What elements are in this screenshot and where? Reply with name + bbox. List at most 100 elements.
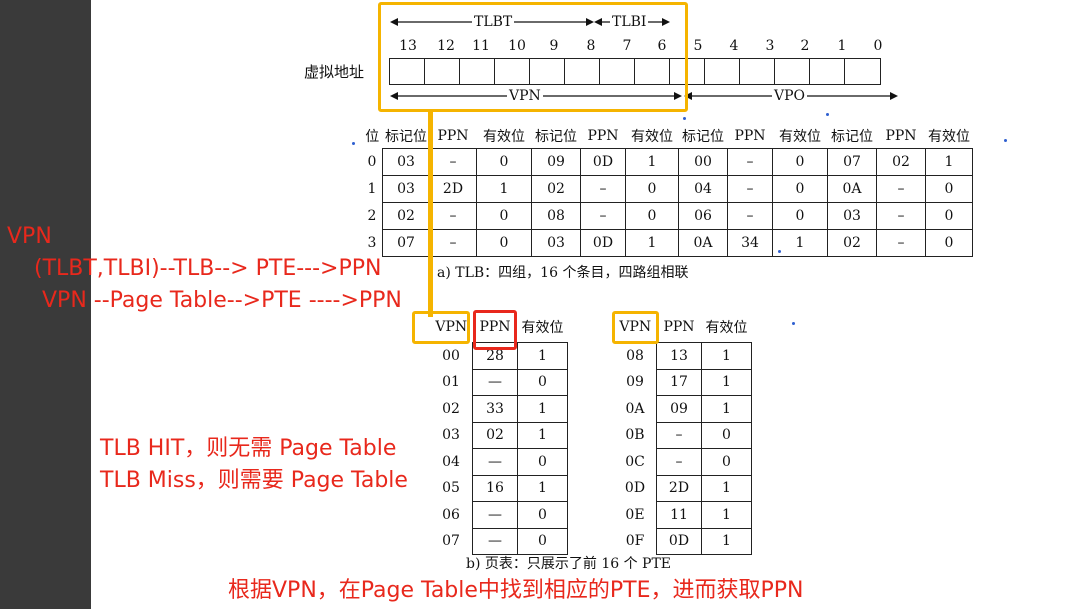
- tlb-cell: 0: [772, 148, 828, 176]
- page-table-cell: –: [656, 448, 702, 476]
- tlb-cell: 03: [382, 148, 430, 176]
- page-table-cell: 1: [517, 342, 568, 370]
- tlb-cell: 0: [476, 229, 532, 257]
- tlb-cell: 08: [531, 202, 581, 230]
- page-table-row: 0D 2D 1: [614, 474, 752, 502]
- bit-number: 1: [837, 38, 847, 54]
- vpn-highlight-box: [378, 2, 688, 112]
- page-table-row: 08 13 1: [614, 342, 752, 370]
- stray-dot: [683, 117, 686, 120]
- ppn-header-highlight: [473, 310, 517, 350]
- page-table-vpn: 06: [442, 506, 460, 523]
- tlb-header: 标记位: [831, 129, 873, 145]
- tlb-cell: 0: [625, 202, 679, 230]
- tlb-cell: 02: [531, 175, 581, 203]
- page-table-cell: 0: [517, 368, 568, 396]
- tlb-header: 位: [365, 129, 380, 146]
- tlb-header: PPN: [587, 128, 619, 144]
- tlb-header: 有效位: [631, 129, 673, 145]
- page-table-row: 04 —0: [430, 448, 568, 476]
- register-label: 虚拟地址: [304, 63, 365, 81]
- page-table-row: 0A 09 1: [614, 395, 752, 423]
- stray-dot: [792, 322, 795, 325]
- page-table-cell: –: [656, 421, 702, 449]
- page-table-cell: —: [472, 448, 518, 476]
- stray-dot: [826, 113, 829, 116]
- page-table-cell: 0: [701, 448, 752, 476]
- annotation-tlb-path: (TLBT,TLBI)--TLB--> PTE--->PPN: [34, 256, 382, 281]
- page-table-row: 01 —0: [430, 368, 568, 396]
- page-table-cell: 16: [472, 474, 518, 502]
- tlb-cell: 0: [925, 175, 973, 203]
- annotation-vpn: VPN: [7, 224, 52, 249]
- tlb-cell: 03: [531, 229, 581, 257]
- page-table-cell: 0: [701, 421, 752, 449]
- page-table-cell: 02: [472, 421, 518, 449]
- page-table-row: 0E 11 1: [614, 501, 752, 529]
- page-table-vpn: 0F: [625, 533, 645, 550]
- tlb-cell: 0D: [580, 148, 626, 176]
- tlb-set-index: 0: [367, 154, 377, 170]
- tlb-cell: 09: [531, 148, 581, 176]
- page-table-cell: 1: [701, 474, 752, 502]
- tlb-set-index: 2: [367, 208, 377, 224]
- page-table-cell: 2D: [656, 474, 702, 502]
- page-table-caption: b) 页表：只展示了前 16 个 PTE: [466, 556, 672, 572]
- tlb-header: 标记位: [682, 129, 724, 145]
- page-table-row: 05 16 1: [430, 474, 568, 502]
- bit-number: 4: [729, 38, 739, 54]
- stray-dot: [778, 250, 781, 253]
- page-table-vpn: 0C: [625, 453, 645, 470]
- tlb-table: 位标记位 PPN 有效位 标记位 PPN 有效位 标记位 PPN 有效位 标记位 PPN 有效位 00…: [362, 124, 973, 257]
- tlb-row: 0 03–0 09 0D 1 00–0 07 02 1: [362, 148, 973, 176]
- bit-number: 0: [873, 38, 883, 54]
- tlb-cell: –: [727, 175, 773, 203]
- tlb-cell: –: [727, 202, 773, 230]
- tlb-set-index: 1: [367, 181, 377, 197]
- page-table-row: 07 —0: [430, 527, 568, 555]
- tlb-cell: 1: [772, 229, 828, 257]
- tlb-cell: –: [429, 229, 477, 257]
- page-table-cell: 0: [517, 501, 568, 529]
- bit-number: 3: [765, 38, 775, 54]
- tlb-cell: 2D: [429, 175, 477, 203]
- tlb-cell: –: [727, 148, 773, 176]
- tlb-row: 1 03 2D 1 02–0 04–0 0A –0: [362, 175, 973, 203]
- page-table-cell: 1: [701, 342, 752, 370]
- tlb-cell: –: [580, 202, 626, 230]
- page-table-cell: 1: [701, 501, 752, 529]
- page-table-cell: 33: [472, 395, 518, 423]
- page-table-row: 03 02 1: [430, 421, 568, 449]
- page-table-cell: 0: [517, 448, 568, 476]
- tlb-cell: 0: [925, 202, 973, 230]
- stray-dot: [352, 142, 355, 145]
- vpn-header-highlight-left: [412, 311, 470, 344]
- tlb-cell: 1: [625, 229, 679, 257]
- page-table-vpn: 07: [442, 533, 460, 550]
- tlb-cell: 1: [476, 175, 532, 203]
- tlb-cell: 06: [678, 202, 728, 230]
- tlb-cell: 34: [727, 229, 773, 257]
- page-table-vpn: 0A: [625, 400, 645, 417]
- annotation-bottom: 根据VPN，在Page Table中找到相应的PTE，进而获取PPN: [228, 578, 804, 603]
- tlb-cell: 02: [827, 229, 877, 257]
- page-table-vpn: 05: [442, 480, 460, 497]
- tlb-header: PPN: [437, 128, 469, 144]
- page-table-header: 有效位: [521, 320, 564, 336]
- page-table-header: PPN: [663, 319, 695, 335]
- tlb-cell: 0A: [827, 175, 877, 203]
- annotation-tlb-miss: TLB Miss，则需要 Page Table: [100, 468, 408, 493]
- page-table-vpn: 00: [442, 347, 460, 364]
- page-table-cell: —: [472, 527, 518, 555]
- tlb-header: 标记位: [535, 129, 577, 145]
- page-table-vpn: 09: [626, 374, 644, 391]
- page-table-row: 0B –0: [614, 421, 752, 449]
- tlb-cell: 0: [772, 175, 828, 203]
- page-table-header: 有效位: [705, 320, 748, 336]
- tlb-cell: 02: [876, 148, 926, 176]
- tlb-header: 有效位: [779, 129, 821, 145]
- tlb-header: 有效位: [483, 129, 525, 145]
- tlb-header: PPN: [734, 128, 766, 144]
- page-table-vpn: 02: [442, 400, 460, 417]
- tlb-row: 2 02–0 08–0 06–0 03–0: [362, 202, 973, 230]
